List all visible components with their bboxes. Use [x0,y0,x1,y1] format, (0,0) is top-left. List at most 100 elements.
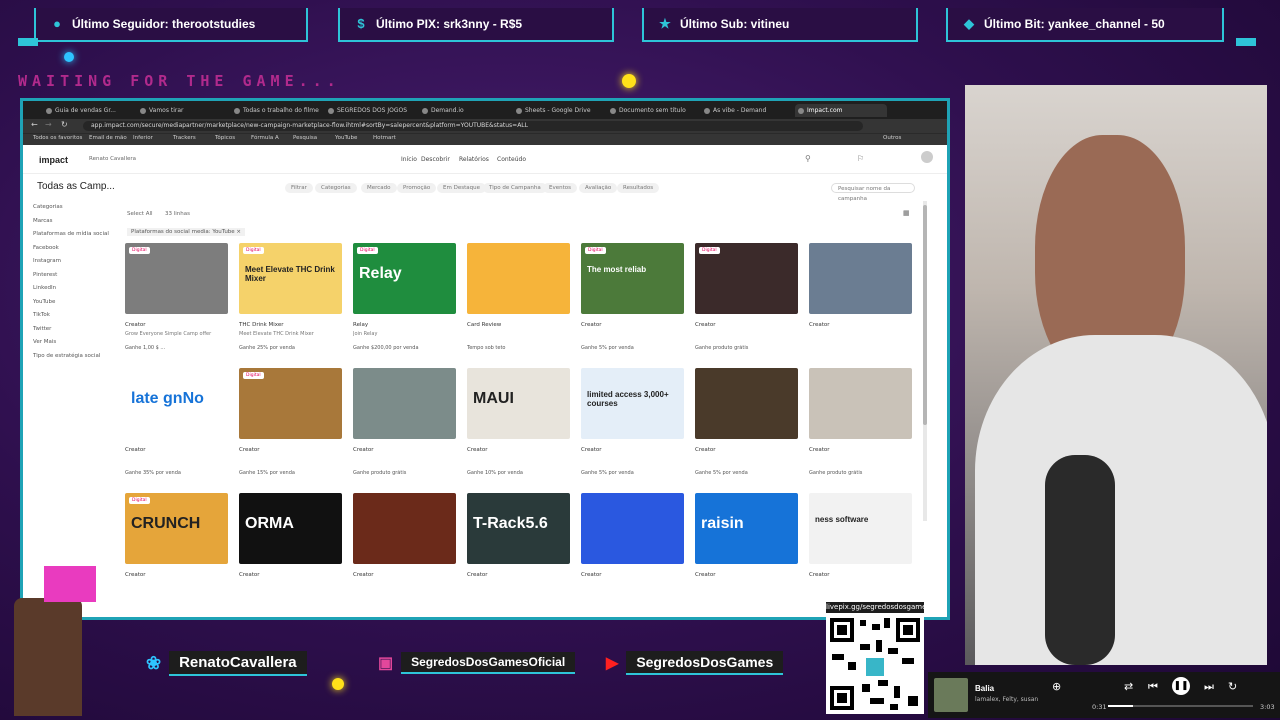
sidebar-item[interactable]: LinkedIn [33,282,109,296]
campaign-search-input[interactable]: Pesquisar nome da campanha [831,183,915,202]
nav-descobrir[interactable]: Descobrir [421,156,450,163]
campaign-card[interactable]: ORMA Creator [239,493,342,611]
campaign-thumbnail[interactable]: ORMA [239,493,342,564]
browser-tab[interactable]: As vibe - Demand [701,104,793,117]
browser-tab[interactable]: Documento sem título [607,104,699,117]
account-name[interactable]: Renato Cavallera [89,156,136,162]
campaign-thumbnail[interactable]: Digital Relay [353,243,456,314]
campaign-card[interactable]: Digital The most reliab Creator Ganhe 5% po… [581,243,684,361]
sidebar-item[interactable]: Ver Mais [33,336,109,350]
campaign-card[interactable]: Digital Creator Ganhe produto grátis [695,243,798,361]
qr-code[interactable] [826,614,924,714]
select-all-checkbox[interactable]: Select All [127,211,153,217]
filter-chip[interactable]: Em Destaque [437,183,486,193]
campaign-card[interactable]: Creator Ganhe produto grátis [353,368,456,486]
bookmark[interactable]: Tópicos [215,135,235,141]
sidebar-item[interactable]: Plataformas de mídia social [33,228,109,242]
campaign-card[interactable]: Digital Creator Ganhe 15% por venda [239,368,342,486]
filter-chip[interactable]: Mercado [361,183,397,193]
sidebar-item[interactable]: Instagram [33,255,109,269]
campaign-card[interactable]: late gnNo Creator Ganhe 35% por venda [125,368,228,486]
back-icon[interactable]: ← [31,120,38,129]
campaign-thumbnail[interactable] [353,368,456,439]
campaign-card[interactable]: limited access 3,000+ courses Creator Ganh… [581,368,684,486]
campaign-card[interactable]: Creator Ganhe 5% por venda [695,368,798,486]
next-icon[interactable]: ⏭ [1204,680,1214,694]
scroll-thumb[interactable] [923,205,927,425]
filter-chip[interactable]: Promoção [397,183,437,193]
filter-chip[interactable]: Avaliação [579,183,618,193]
url-input[interactable]: app.impact.com/secure/mediapartner/marke… [83,121,863,131]
sidebar-item[interactable]: Twitter [33,323,109,337]
sidebar-item[interactable]: YouTube [33,296,109,310]
notification-icon[interactable]: ⚐ [857,154,864,163]
browser-tab[interactable]: Demand.io [419,104,511,117]
campaign-thumbnail[interactable]: Digital [125,243,228,314]
campaign-thumbnail[interactable] [353,493,456,564]
impact-logo[interactable]: impact [39,155,68,165]
campaign-card[interactable]: Card Review Tempo sob teto [467,243,570,361]
bookmark[interactable]: YouTube [335,135,357,141]
browser-tab[interactable]: Guia de vendas Gr... [43,104,135,117]
filter-chip[interactable]: Filtrar [285,183,313,193]
shuffle-icon[interactable]: ⇄ [1124,680,1133,693]
campaign-card[interactable]: Digital Meet Elevate THC Drink Mixer THC D… [239,243,342,361]
bookmark[interactable]: Trackers [173,135,196,141]
bookmark[interactable]: Pesquisa [293,135,317,141]
browser-tab[interactable]: Sheets - Google Drive [513,104,605,117]
campaign-card[interactable]: raisin Creator [695,493,798,611]
nav-relatorios[interactable]: Relatórios [459,156,489,163]
bookmark[interactable]: Outros [883,135,901,141]
campaign-card[interactable]: Digital Relay Relay Join Relay Ganhe $200,00… [353,243,456,361]
sidebar-item[interactable]: Categorias [33,201,109,215]
previous-icon[interactable]: ⏮ [1148,680,1158,694]
nav-inicio[interactable]: Início [401,156,417,163]
campaign-thumbnail[interactable]: ness software [809,493,912,564]
bookmark[interactable]: Fórmula A [251,135,279,141]
progress-bar[interactable] [1108,705,1253,707]
campaign-thumbnail[interactable] [581,493,684,564]
campaign-card[interactable]: Digital CRUNCH Creator [125,493,228,611]
forward-icon[interactable]: → [45,120,52,129]
sidebar-item[interactable]: Facebook [33,242,109,256]
sidebar-item[interactable]: Tipo de estratégia social [33,350,109,364]
campaign-card[interactable]: ness software Creator [809,493,912,611]
campaign-thumbnail[interactable] [695,368,798,439]
campaign-card[interactable]: Creator [353,493,456,611]
filter-chip[interactable]: Tipo de Campanha [483,183,547,193]
campaign-card[interactable]: Creator [809,243,912,361]
campaign-thumbnail[interactable]: T-Rack5.6 [467,493,570,564]
sidebar-item[interactable]: TikTok [33,309,109,323]
campaign-thumbnail[interactable]: Digital The most reliab [581,243,684,314]
campaign-card[interactable]: T-Rack5.6 Creator [467,493,570,611]
reload-icon[interactable]: ↻ [61,120,68,129]
browser-tab[interactable]: Todas o trabalho do filme [231,104,323,117]
campaign-thumbnail[interactable]: late gnNo [125,368,228,439]
campaign-thumbnail[interactable]: Digital [695,243,798,314]
campaign-card[interactable]: Creator [581,493,684,611]
browser-tab[interactable]: Vamos tirar [137,104,229,117]
search-icon[interactable]: ⚲ [805,154,811,163]
campaign-thumbnail[interactable]: Digital [239,368,342,439]
nav-conteudo[interactable]: Conteúdo [497,156,526,163]
campaign-thumbnail[interactable] [809,368,912,439]
campaign-card[interactable]: MAUI Creator Ganhe 10% por venda [467,368,570,486]
campaign-thumbnail[interactable]: MAUI [467,368,570,439]
avatar[interactable] [921,151,933,163]
campaign-thumbnail[interactable]: limited access 3,000+ courses [581,368,684,439]
pause-button[interactable]: ❚❚ [1172,677,1190,695]
campaign-card[interactable]: Digital Creator Grow Everyone Simple Camp … [125,243,228,361]
add-icon[interactable]: ⊕ [1052,680,1061,693]
filter-chip[interactable]: Categorias [315,183,357,193]
campaign-thumbnail[interactable]: Digital CRUNCH [125,493,228,564]
campaign-thumbnail[interactable] [809,243,912,314]
filter-chip[interactable]: Resultados [617,183,660,193]
filter-chip[interactable]: Eventos [543,183,577,193]
campaign-thumbnail[interactable] [467,243,570,314]
bookmark[interactable]: Inferior [133,135,153,141]
campaign-card[interactable]: Creator Ganhe produto grátis [809,368,912,486]
bookmark[interactable]: Todos os favoritos [33,135,82,141]
repeat-icon[interactable]: ↻ [1228,680,1237,693]
browser-tab-active[interactable]: Impact.com [795,104,887,117]
bookmark[interactable]: Hotmart [373,135,396,141]
